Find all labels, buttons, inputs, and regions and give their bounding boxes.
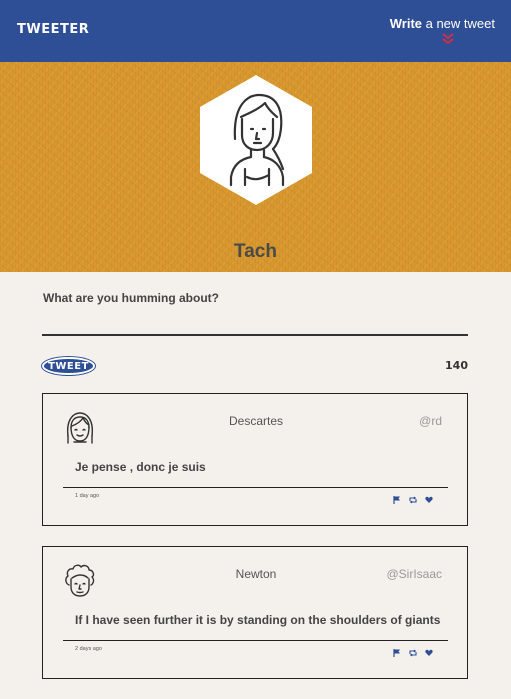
tweet-author-handle[interactable]: @SirIsaac (386, 567, 442, 581)
tweet-text-input[interactable] (42, 312, 468, 336)
tweet-author-name: Descartes (228, 414, 284, 428)
composer-label: What are you humming about? (43, 291, 219, 305)
tweet-card: Newton @SirIsaac If I have seen further … (42, 546, 468, 679)
profile-header: Tach (0, 62, 511, 272)
tweet-divider (63, 487, 448, 488)
heart-icon[interactable] (425, 644, 433, 656)
flag-icon[interactable] (393, 644, 401, 657)
tweet-author-handle[interactable]: @rd (419, 414, 442, 428)
write-new-tweet-link[interactable]: Write a new tweet (390, 16, 495, 31)
heart-icon[interactable] (425, 491, 433, 503)
double-chevron-down-icon[interactable] (441, 33, 455, 45)
tweet-button[interactable]: TWEET (42, 357, 95, 375)
profile-name: Tach (234, 241, 277, 262)
tweet-divider (63, 640, 448, 641)
retweet-icon[interactable] (409, 644, 417, 657)
woman-avatar-icon (200, 75, 312, 205)
tweet-actions (393, 644, 433, 657)
tweet-age: 1 day ago (75, 493, 100, 499)
character-counter: 140 (445, 359, 468, 372)
tweet-card: Descartes @rd Je pense , donc je suis 1 … (42, 393, 468, 526)
tweet-age: 2 days ago (75, 646, 102, 652)
tweet-text: Je pense , donc je suis (75, 460, 206, 474)
retweet-icon[interactable] (409, 491, 417, 504)
flag-icon[interactable] (393, 491, 401, 504)
compose-bold-text: Write (389, 16, 422, 31)
top-nav: TWEETER Write a new tweet (0, 0, 511, 62)
brand-logo[interactable]: TWEETER (17, 22, 89, 37)
tweet-actions (393, 491, 433, 504)
tweet-text: If I have seen further it is by standing… (75, 613, 441, 627)
compose-rest-text: a new tweet (422, 16, 495, 31)
